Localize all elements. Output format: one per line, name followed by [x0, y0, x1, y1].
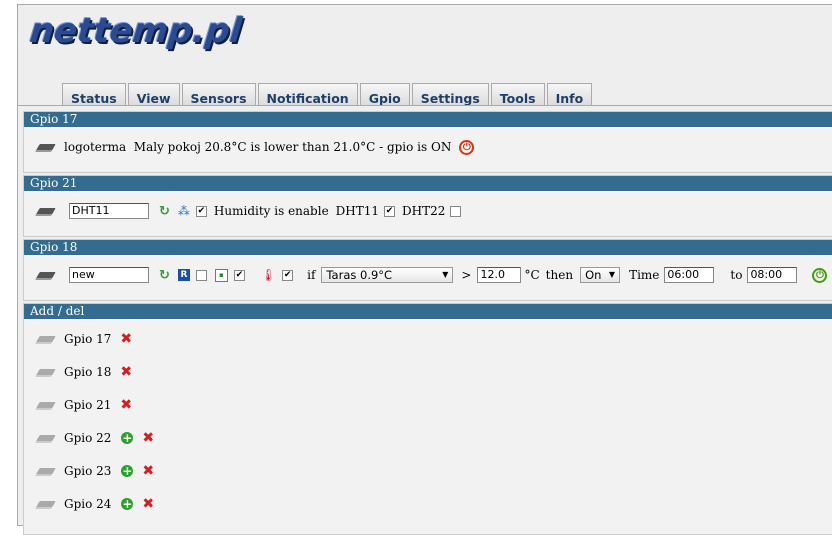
logo: nettemp.pl — [27, 11, 244, 51]
tab-gpio[interactable]: Gpio — [359, 83, 410, 106]
temp-value-input[interactable]: 12.0 — [477, 267, 522, 283]
then-label: then — [545, 268, 574, 282]
chip-icon — [36, 499, 56, 509]
dht11-checkbox[interactable]: ✔ — [384, 205, 396, 217]
power-off-icon[interactable]: ⏻ — [459, 139, 475, 155]
add-icon[interactable]: + — [121, 431, 134, 444]
if-label: if — [307, 268, 316, 282]
gpio18-panel: Gpio 18 new ↻ R ▪ ✔ 🌡 ✔ if Taras 0.9°C ▼ … — [23, 239, 832, 301]
chip-icon — [36, 270, 56, 280]
gpio17-panel: Gpio 17 logoterma Maly pokoj 20.8°C is l… — [23, 111, 832, 173]
adddel-header: Add / del — [24, 304, 832, 319]
chip-icon — [36, 206, 56, 216]
unit-label: °C — [524, 268, 540, 282]
gpio21-name-input[interactable]: DHT11 — [69, 203, 149, 219]
dht11-label: DHT11 — [335, 204, 380, 218]
tab-settings[interactable]: Settings — [411, 83, 489, 106]
chip-icon — [36, 367, 56, 377]
reverse-checkbox[interactable] — [195, 269, 207, 281]
list-item: Gpio 22 + ✖ — [24, 421, 832, 454]
gpio21-panel: Gpio 21 DHT11 ↻ ⁂ ✔ Humidity is enable D… — [23, 175, 832, 237]
tab-info[interactable]: Info — [546, 83, 593, 106]
time-to-input[interactable]: 08:00 — [747, 267, 798, 283]
list-item: Gpio 24 + ✖ — [24, 487, 832, 520]
to-label: to — [730, 268, 743, 282]
tab-notification[interactable]: Notification — [257, 83, 358, 106]
refresh-icon[interactable]: ↻ — [159, 204, 170, 219]
sensor-select[interactable]: Taras 0.9°C ▼ — [321, 267, 454, 283]
gpio17-header: Gpio 17 — [24, 112, 832, 127]
chip-icon — [36, 466, 56, 476]
humidity-checkbox[interactable]: ✔ — [195, 205, 207, 217]
calendar-icon: ▪ — [214, 268, 228, 282]
thermometer-icon: 🌡 — [260, 268, 277, 282]
gpio-label: Gpio 21 — [64, 397, 112, 412]
gpio17-status-text: logoterma Maly pokoj 20.8°C is lower tha… — [64, 140, 452, 154]
app-frame: nettemp.pl Status View Sensors Notificat… — [17, 4, 832, 535]
delete-icon[interactable]: ✖ — [120, 364, 132, 380]
tab-status[interactable]: Status — [62, 83, 126, 106]
temp-checkbox[interactable]: ✔ — [282, 269, 294, 281]
state-select-value: On — [585, 268, 602, 282]
time-from-input[interactable]: 06:00 — [664, 267, 715, 283]
gpio18-name-input[interactable]: new — [69, 267, 149, 283]
tab-sensors[interactable]: Sensors — [181, 83, 256, 106]
time-label: Time — [629, 268, 660, 282]
refresh-icon[interactable]: ↻ — [159, 268, 170, 283]
gpio21-header: Gpio 21 — [24, 176, 832, 191]
delete-icon[interactable]: ✖ — [142, 463, 154, 479]
list-item: Gpio 17 ✖ — [24, 319, 832, 355]
gpio-label: Gpio 24 — [64, 496, 112, 511]
delete-icon[interactable]: ✖ — [120, 397, 132, 413]
chip-icon — [36, 142, 56, 152]
chip-icon — [36, 334, 56, 344]
dht22-label: DHT22 — [402, 204, 446, 218]
dht22-checkbox[interactable] — [450, 205, 462, 217]
calendar-checkbox[interactable]: ✔ — [233, 269, 245, 281]
delete-icon[interactable]: ✖ — [120, 331, 132, 347]
tab-tools[interactable]: Tools — [490, 83, 545, 106]
sensor-select-value: Taras 0.9°C — [326, 268, 393, 282]
add-icon[interactable]: + — [121, 497, 134, 510]
dropdown-arrow-icon: ▼ — [442, 270, 449, 279]
list-item: Gpio 23 + ✖ — [24, 454, 832, 487]
list-item: Gpio 21 ✖ — [24, 388, 832, 421]
delete-icon[interactable]: ✖ — [142, 496, 154, 512]
list-item: Gpio 18 ✖ — [24, 355, 832, 388]
humidity-icon: ⁂ — [177, 204, 190, 218]
chip-icon — [36, 433, 56, 443]
dropdown-arrow-icon: ▼ — [608, 270, 616, 279]
adddel-panel: Add / del Gpio 17 ✖ Gpio 18 ✖ Gpio 21 ✖ … — [23, 303, 832, 535]
gpio-label: Gpio 17 — [64, 331, 112, 346]
gpio-label: Gpio 22 — [64, 430, 112, 445]
tab-view[interactable]: View — [127, 83, 180, 106]
reverse-icon: R — [177, 269, 190, 281]
gt-label: > — [461, 268, 472, 282]
chip-icon — [36, 400, 56, 410]
humidity-label: Humidity is enable — [213, 204, 329, 218]
tab-bar: Status View Sensors Notification Gpio Se… — [62, 83, 594, 106]
power-on-icon[interactable]: ⏻ — [812, 267, 828, 283]
add-icon[interactable]: + — [121, 464, 134, 477]
gpio-label: Gpio 18 — [64, 364, 112, 379]
tab-divider — [18, 105, 832, 106]
delete-icon[interactable]: ✖ — [142, 430, 154, 446]
gpio-label: Gpio 23 — [64, 463, 112, 478]
state-select[interactable]: On ▼ — [580, 267, 621, 283]
gpio18-header: Gpio 18 — [24, 240, 832, 255]
